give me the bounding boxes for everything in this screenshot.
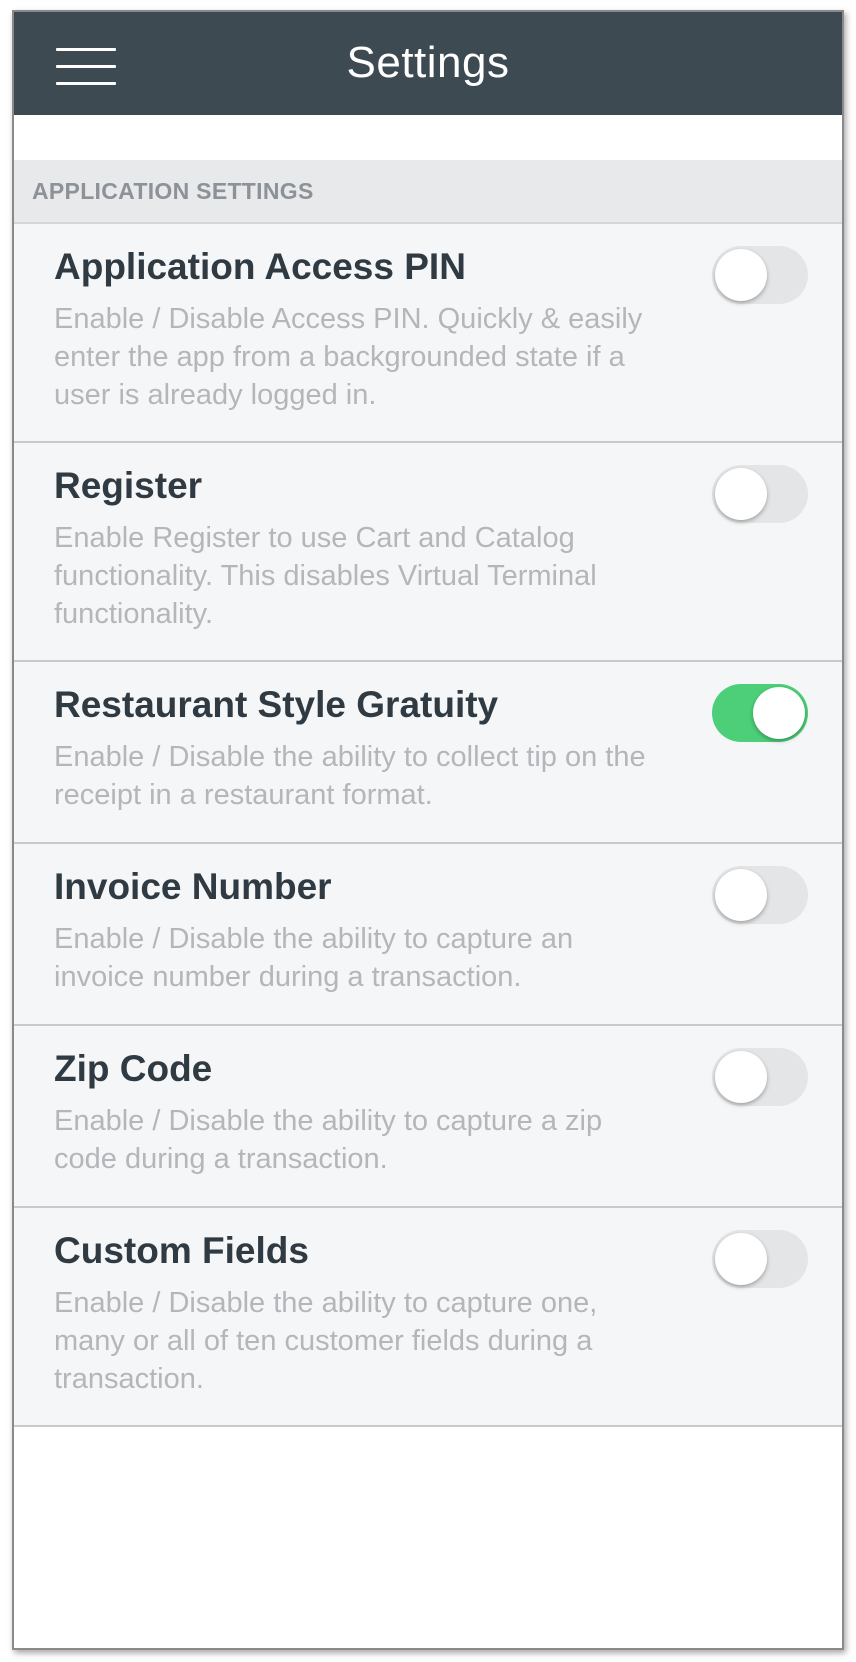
section-header-application-settings: APPLICATION SETTINGS xyxy=(14,160,842,222)
toggle-knob xyxy=(715,1233,767,1285)
toggle-knob xyxy=(715,869,767,921)
setting-title: Register xyxy=(54,465,203,506)
restaurant-style-gratuity-toggle[interactable] xyxy=(712,684,808,742)
setting-title: Custom Fields xyxy=(54,1230,309,1271)
custom-fields-toggle[interactable] xyxy=(712,1230,808,1288)
app-screen: Settings APPLICATION SETTINGS Applicatio… xyxy=(12,10,844,1650)
settings-list: Application Access PIN Enable / Disable … xyxy=(14,222,842,1427)
setting-row-application-access-pin: Application Access PIN Enable / Disable … xyxy=(14,224,842,443)
setting-title: Zip Code xyxy=(54,1048,213,1089)
register-toggle[interactable] xyxy=(712,465,808,523)
setting-description: Enable / Disable the ability to capture … xyxy=(54,1105,603,1175)
setting-title: Restaurant Style Gratuity xyxy=(54,684,499,725)
setting-row-invoice-number: Invoice Number Enable / Disable the abil… xyxy=(14,844,842,1026)
toggle-knob xyxy=(753,687,805,739)
setting-description: Enable / Disable Access PIN. Quickly & e… xyxy=(54,303,643,411)
setting-row-restaurant-style-gratuity: Restaurant Style Gratuity Enable / Disab… xyxy=(14,662,842,844)
setting-row-zip-code: Zip Code Enable / Disable the ability to… xyxy=(14,1026,842,1208)
toggle-knob xyxy=(715,249,767,301)
setting-description: Enable / Disable the ability to capture … xyxy=(54,1287,598,1395)
setting-title: Application Access PIN xyxy=(54,246,466,287)
setting-row-register: Register Enable Register to use Cart and… xyxy=(14,443,842,662)
setting-description: Enable / Disable the ability to capture … xyxy=(54,923,574,993)
top-bar: Settings xyxy=(14,12,842,115)
page: Settings APPLICATION SETTINGS Applicatio… xyxy=(0,0,856,1662)
zip-code-toggle[interactable] xyxy=(712,1048,808,1106)
page-title: Settings xyxy=(346,38,510,87)
setting-row-custom-fields: Custom Fields Enable / Disable the abili… xyxy=(14,1208,842,1427)
setting-description: Enable / Disable the ability to collect … xyxy=(54,741,646,811)
invoice-number-toggle[interactable] xyxy=(712,866,808,924)
application-access-pin-toggle[interactable] xyxy=(712,246,808,304)
setting-title: Invoice Number xyxy=(54,866,332,907)
setting-description: Enable Register to use Cart and Catalog … xyxy=(54,522,597,630)
toggle-knob xyxy=(715,1051,767,1103)
toggle-knob xyxy=(715,468,767,520)
